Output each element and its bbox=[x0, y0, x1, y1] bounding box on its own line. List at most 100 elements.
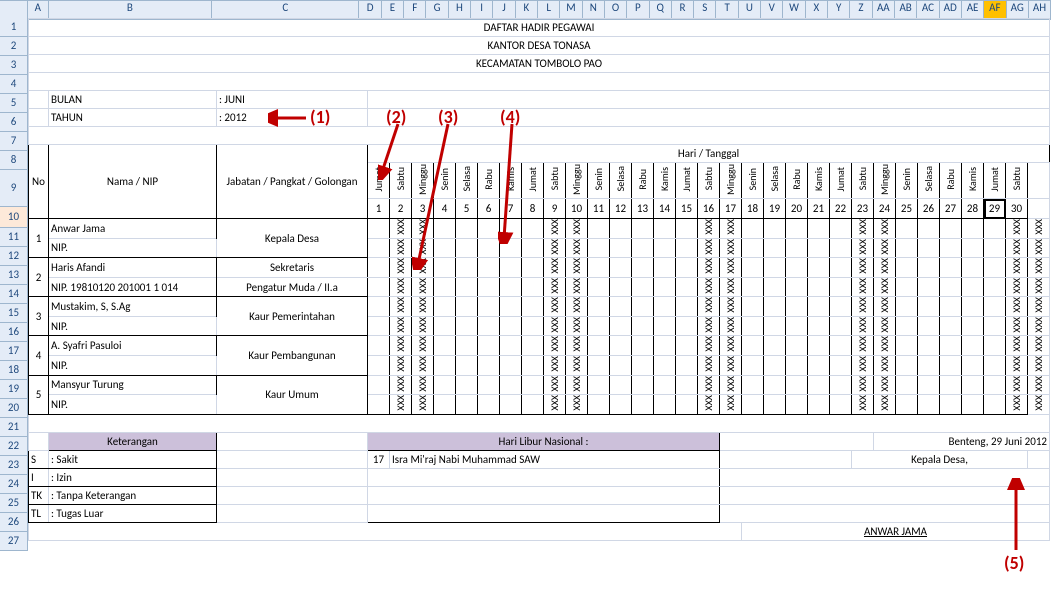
row-3[interactable]: 3 bbox=[0, 56, 28, 75]
cell[interactable] bbox=[522, 258, 544, 278]
cell[interactable]: XXX bbox=[698, 356, 720, 376]
cell[interactable]: TK bbox=[29, 486, 49, 504]
cell[interactable]: Kepala Desa bbox=[217, 219, 368, 258]
col-B[interactable]: B bbox=[49, 1, 213, 19]
cell[interactable] bbox=[610, 238, 632, 258]
cell[interactable] bbox=[456, 297, 478, 317]
col-N[interactable]: N bbox=[583, 1, 605, 19]
cell[interactable]: Kaur Pemerintahan bbox=[217, 297, 368, 336]
cell[interactable] bbox=[29, 432, 49, 450]
cell[interactable]: XXX bbox=[566, 258, 588, 278]
cell[interactable]: XXX bbox=[720, 297, 742, 317]
cell[interactable] bbox=[478, 219, 500, 239]
cell[interactable] bbox=[676, 375, 698, 395]
cell[interactable] bbox=[632, 238, 654, 258]
row-4[interactable]: 4 bbox=[0, 75, 28, 94]
cell[interactable]: XXX bbox=[698, 277, 720, 297]
row-14[interactable]: 14 bbox=[0, 285, 28, 304]
cell[interactable]: XXX bbox=[566, 356, 588, 376]
cell[interactable]: Kamis bbox=[654, 163, 676, 199]
cell[interactable]: 27 bbox=[940, 199, 962, 219]
col-J[interactable]: J bbox=[493, 1, 515, 19]
cell[interactable] bbox=[368, 258, 390, 278]
cell[interactable]: : Sakit bbox=[49, 450, 217, 468]
cell[interactable] bbox=[742, 336, 764, 356]
cell[interactable]: Rabu bbox=[940, 163, 962, 199]
cell[interactable] bbox=[984, 297, 1006, 317]
cell[interactable]: Selasa bbox=[764, 163, 786, 199]
cell[interactable]: XXX bbox=[852, 356, 874, 376]
col-Z[interactable]: Z bbox=[850, 1, 872, 19]
cell[interactable] bbox=[676, 297, 698, 317]
cell[interactable]: XXX bbox=[412, 395, 434, 415]
row-6[interactable]: 6 bbox=[0, 113, 28, 132]
cell[interactable]: XXX bbox=[852, 277, 874, 297]
cell[interactable] bbox=[896, 356, 918, 376]
cell[interactable] bbox=[588, 258, 610, 278]
cell[interactable]: XXX bbox=[874, 336, 896, 356]
cell[interactable]: Rabu bbox=[786, 163, 808, 199]
cell[interactable] bbox=[786, 375, 808, 395]
cell[interactable] bbox=[522, 336, 544, 356]
cell[interactable]: XXX bbox=[1028, 238, 1050, 258]
cell[interactable] bbox=[654, 375, 676, 395]
cell[interactable]: XXX bbox=[1006, 356, 1028, 376]
cell[interactable] bbox=[808, 316, 830, 336]
cell[interactable]: Selasa bbox=[918, 163, 940, 199]
cell[interactable]: Minggu bbox=[566, 163, 588, 199]
cell[interactable] bbox=[676, 277, 698, 297]
col-AE[interactable]: AE bbox=[962, 1, 984, 19]
cell[interactable]: XXX bbox=[720, 316, 742, 336]
cell[interactable]: No bbox=[29, 145, 49, 219]
cell[interactable] bbox=[500, 219, 522, 239]
cell[interactable]: Sabtu bbox=[698, 163, 720, 199]
cell[interactable] bbox=[217, 504, 368, 522]
cell[interactable] bbox=[720, 504, 1050, 522]
cell[interactable]: XXX bbox=[698, 219, 720, 239]
cell[interactable]: XXX bbox=[1006, 219, 1028, 239]
cell[interactable] bbox=[368, 297, 390, 317]
cell[interactable] bbox=[764, 395, 786, 415]
col-V[interactable]: V bbox=[761, 1, 783, 19]
cell[interactable]: XXX bbox=[544, 238, 566, 258]
cell[interactable] bbox=[808, 238, 830, 258]
cell[interactable] bbox=[478, 277, 500, 297]
cell[interactable] bbox=[896, 238, 918, 258]
cell[interactable]: Kepala Desa, bbox=[852, 450, 1028, 468]
cell[interactable] bbox=[500, 356, 522, 376]
cell[interactable] bbox=[676, 219, 698, 239]
cell[interactable] bbox=[984, 356, 1006, 376]
cell[interactable] bbox=[962, 277, 984, 297]
cell[interactable] bbox=[896, 336, 918, 356]
cell[interactable] bbox=[456, 258, 478, 278]
cell[interactable]: Selasa bbox=[610, 163, 632, 199]
row-15[interactable]: 15 bbox=[0, 304, 28, 323]
cell[interactable] bbox=[1028, 450, 1050, 468]
cell[interactable] bbox=[940, 395, 962, 415]
cell[interactable]: : 2012 bbox=[217, 109, 368, 127]
cell[interactable]: 23 bbox=[852, 199, 874, 219]
cell[interactable]: Hari / Tanggal bbox=[368, 145, 1050, 163]
cell[interactable] bbox=[368, 316, 390, 336]
cell[interactable] bbox=[808, 356, 830, 376]
cell[interactable]: XXX bbox=[720, 375, 742, 395]
cell[interactable] bbox=[217, 486, 368, 504]
cell[interactable]: Jabatan / Pangkat / Golongan bbox=[217, 145, 368, 219]
cell[interactable] bbox=[830, 356, 852, 376]
cell[interactable]: XXX bbox=[566, 219, 588, 239]
cell[interactable] bbox=[962, 238, 984, 258]
cell[interactable] bbox=[588, 316, 610, 336]
cell[interactable] bbox=[742, 316, 764, 336]
cell[interactable]: XXX bbox=[566, 316, 588, 336]
cell[interactable]: Mustakim, S, S.Ag bbox=[49, 297, 217, 317]
cell[interactable] bbox=[962, 395, 984, 415]
cell[interactable]: XXX bbox=[390, 277, 412, 297]
col-H[interactable]: H bbox=[449, 1, 471, 19]
cell[interactable] bbox=[984, 277, 1006, 297]
cell[interactable]: XXX bbox=[1028, 297, 1050, 317]
cell[interactable]: I bbox=[29, 468, 49, 486]
cell[interactable]: XXX bbox=[1028, 395, 1050, 415]
cell[interactable]: XXX bbox=[1028, 258, 1050, 278]
cell[interactable] bbox=[632, 277, 654, 297]
cell[interactable] bbox=[896, 277, 918, 297]
